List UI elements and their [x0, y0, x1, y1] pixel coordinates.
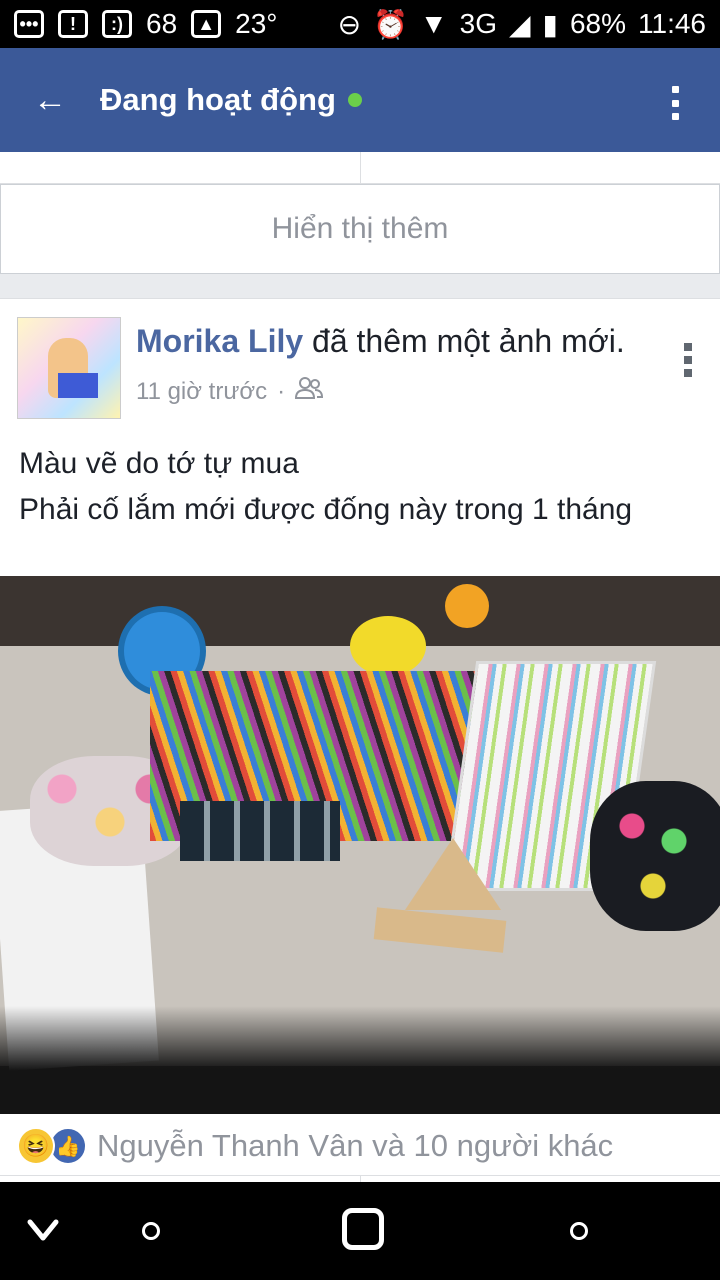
post-photo[interactable] — [0, 576, 720, 1114]
show-more-label: Hiển thị thêm — [271, 212, 449, 245]
arrow-left-icon: ← — [33, 80, 67, 119]
avatar[interactable] — [17, 317, 121, 419]
post-text: Màu vẽ do tớ tự mua Phải cố lắm mới được… — [19, 441, 699, 533]
show-more-button[interactable]: Hiển thị thêm — [0, 184, 720, 274]
author-name[interactable]: Morika Lily — [136, 323, 303, 359]
page-title: Đang hoạt động — [100, 82, 362, 118]
nav-home-circle-icon[interactable] — [142, 1222, 160, 1240]
signal-icon: ◢ — [508, 8, 531, 40]
battery-percent: 68% — [569, 8, 626, 39]
post-timestamp[interactable]: 11 giờ trước — [136, 378, 267, 406]
clock: 11:46 — [638, 8, 706, 39]
post-meta: 11 giờ trước · — [136, 376, 324, 407]
image-icon: ▲ — [191, 10, 222, 38]
back-button[interactable]: ← — [0, 48, 100, 152]
previous-post-action-bar — [0, 152, 720, 184]
nav-messenger-icon[interactable] — [342, 1208, 384, 1250]
network-type: 3G — [459, 8, 497, 39]
message-icon: ••• — [14, 10, 44, 38]
wifi-icon: ▼ — [419, 8, 448, 39]
weather-percent: 68 — [146, 8, 178, 39]
face-icon: :) — [102, 10, 132, 38]
online-status-dot — [347, 93, 362, 107]
alert-icon: ! — [58, 10, 88, 38]
post-text-line: Phải cố lắm mới được đống này trong 1 th… — [19, 493, 633, 526]
page-title-text: Đang hoạt động — [100, 82, 336, 117]
post-text-line: Màu vẽ do tớ tự mua — [19, 447, 299, 480]
reactions-text: Nguyễn Thanh Vân và 10 người khác — [97, 1128, 614, 1163]
alarm-icon: ⏰ — [373, 8, 408, 40]
battery-icon: ▮ — [542, 8, 558, 40]
reactions-summary[interactable]: 😆 👍 Nguyễn Thanh Vân và 10 người khác — [17, 1127, 613, 1165]
overflow-menu-button[interactable] — [670, 86, 680, 120]
post-options-button[interactable] — [683, 343, 693, 377]
app-bar: ← Đang hoạt động — [0, 48, 720, 152]
nav-recents-icon[interactable] — [570, 1222, 588, 1240]
feed-post: Morika Lily đã thêm một ảnh mới. 11 giờ … — [0, 298, 720, 1184]
do-not-disturb-icon: ⊖ — [337, 8, 362, 40]
nav-back-icon[interactable] — [26, 1212, 60, 1246]
haha-reaction-icon: 😆 — [17, 1127, 55, 1165]
meta-separator: · — [277, 377, 286, 405]
post-action-text: đã thêm một ảnh mới. — [312, 323, 625, 359]
post-header: Morika Lily đã thêm một ảnh mới. — [136, 323, 625, 360]
system-nav-bar — [0, 1182, 720, 1280]
friends-icon — [295, 376, 324, 407]
status-bar: ••• ! :) 68 ▲ 23° ⊖ ⏰ ▼ 3G ◢ ▮ 68% 11:46 — [0, 0, 720, 48]
temperature: 23° — [235, 8, 278, 39]
